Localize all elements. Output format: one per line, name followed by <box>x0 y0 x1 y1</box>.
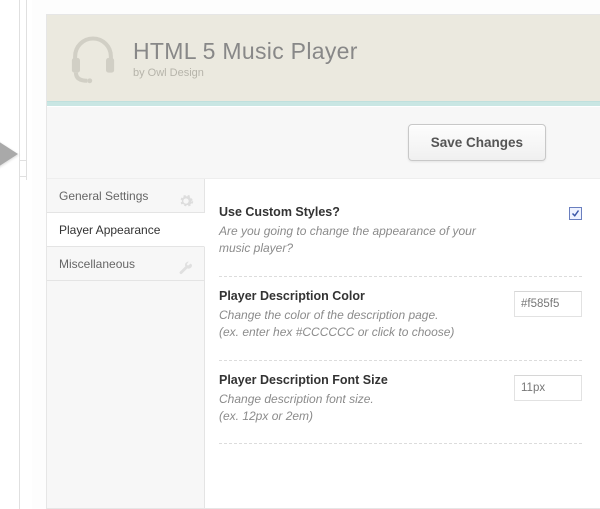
settings-content: Use Custom Styles? Are you going to chan… <box>205 179 600 508</box>
setting-hint: (ex. 12px or 2em) <box>219 408 498 425</box>
page-byline: by Owl Design <box>133 67 358 79</box>
sidebar-item-label: Miscellaneous <box>59 257 135 271</box>
headset-icon <box>67 32 119 84</box>
setting-row: Player Description Font Size Change desc… <box>219 361 582 445</box>
sidebar-item-general[interactable]: General Settings <box>47 179 204 213</box>
description-fontsize-input[interactable] <box>514 375 582 401</box>
sidebar-item-label: General Settings <box>59 189 148 203</box>
check-icon <box>571 209 580 218</box>
collapse-arrow-icon[interactable] <box>0 136 18 172</box>
description-color-input[interactable] <box>514 291 582 317</box>
left-gutter <box>0 0 32 509</box>
panel-header: HTML 5 Music Player by Owl Design <box>47 15 600 101</box>
setting-label: Use Custom Styles? <box>219 205 498 219</box>
setting-desc: Change description font size. <box>219 391 498 408</box>
wrench-icon <box>178 256 194 272</box>
save-button[interactable]: Save Changes <box>408 124 546 161</box>
sidebar-item-appearance[interactable]: Player Appearance <box>47 213 205 247</box>
sidebar-item-label: Player Appearance <box>59 223 160 237</box>
setting-row: Use Custom Styles? Are you going to chan… <box>219 193 582 277</box>
setting-row: Player Description Color Change the colo… <box>219 277 582 361</box>
custom-styles-checkbox[interactable] <box>569 207 582 220</box>
setting-desc: Are you going to change the appearance o… <box>219 223 498 258</box>
gear-icon <box>178 188 194 204</box>
setting-label: Player Description Font Size <box>219 373 498 387</box>
page-title: HTML 5 Music Player <box>133 38 358 65</box>
settings-panel: HTML 5 Music Player by Owl Design Save C… <box>46 14 600 509</box>
setting-desc: Change the color of the description page… <box>219 307 498 324</box>
toolbar: Save Changes <box>47 107 600 179</box>
sidebar-item-misc[interactable]: Miscellaneous <box>47 247 204 281</box>
setting-hint: (ex. enter hex #CCCCCC or click to choos… <box>219 324 498 341</box>
settings-sidebar: General Settings Player Appearance Misce… <box>47 179 205 508</box>
setting-label: Player Description Color <box>219 289 498 303</box>
